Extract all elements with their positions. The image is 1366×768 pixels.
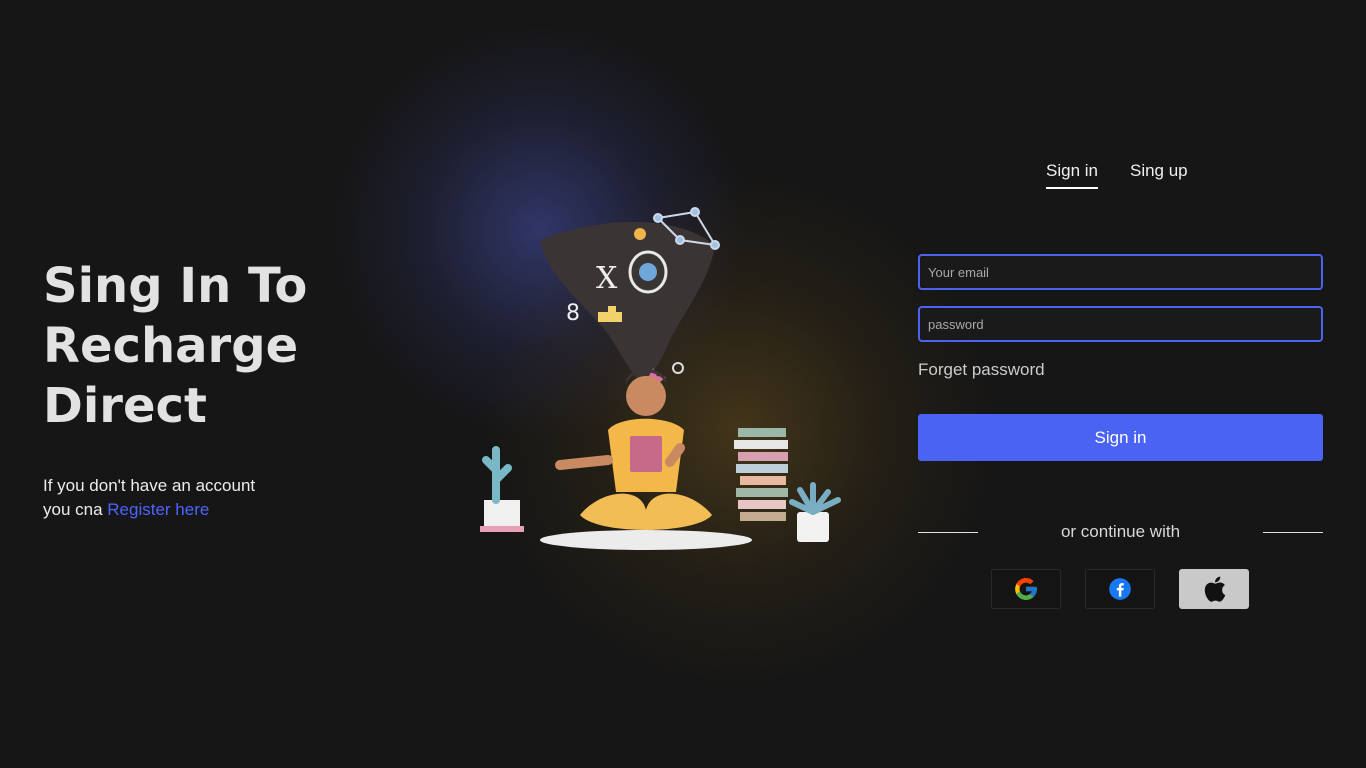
title-line: Direct [43, 378, 207, 434]
tab-sign-in[interactable]: Sign in [1046, 161, 1098, 189]
meditating-person-illustration: X 8 [480, 207, 841, 550]
register-link[interactable]: Register here [107, 500, 209, 519]
page-title: Sing In To Recharge Direct [43, 256, 373, 436]
sign-in-button[interactable]: Sign in [918, 414, 1323, 461]
svg-text:8: 8 [566, 301, 580, 326]
password-field[interactable] [918, 306, 1323, 342]
hero-section: Sing In To Recharge Direct If you don't … [43, 256, 373, 522]
auth-tabs: Sign in Sing up [1046, 161, 1188, 189]
svg-text:X: X [596, 261, 618, 296]
register-prompt: If you don't have an account you cna Reg… [43, 474, 373, 522]
title-line: Recharge [43, 318, 299, 374]
tab-sign-up[interactable]: Sing up [1130, 161, 1188, 189]
apple-login-button[interactable] [1179, 569, 1249, 609]
forgot-password-link[interactable]: Forget password [918, 360, 1045, 380]
register-prompt-line2: you cna [43, 500, 108, 519]
facebook-login-button[interactable] [1085, 569, 1155, 609]
google-icon [1015, 578, 1037, 600]
title-line: Sing In To [43, 258, 308, 314]
facebook-icon [1109, 578, 1131, 600]
apple-icon [1204, 576, 1226, 602]
google-login-button[interactable] [991, 569, 1061, 609]
divider-right [1263, 532, 1323, 533]
email-field[interactable] [918, 254, 1323, 290]
register-prompt-line1: If you don't have an account [43, 476, 256, 495]
